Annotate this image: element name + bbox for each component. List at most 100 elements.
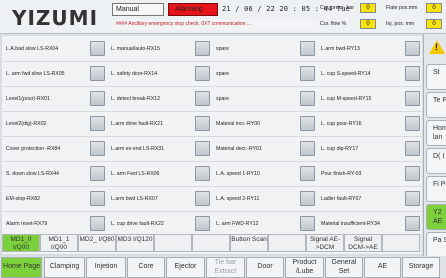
io-signal-label: L.arm bwd-RY13 xyxy=(321,45,360,52)
nav-button[interactable]: Door xyxy=(246,257,284,278)
side-menu-button[interactable]: St xyxy=(426,64,446,90)
io-signal-cell: L. cup drive fault-RX22 xyxy=(107,215,211,232)
io-signal-cell: Cover protection -RX84 xyxy=(2,140,106,157)
alarm-message[interactable]: #### Ancillary emergency stop check. 0XT… xyxy=(112,19,318,30)
io-signal-label: L. arm FWD-RY12 xyxy=(216,220,259,227)
row-divider xyxy=(2,61,422,62)
io-signal-label: Material insufficient-RY34 xyxy=(321,220,380,227)
side-menu-button[interactable]: Pa S xyxy=(426,232,446,258)
io-signal-indicator xyxy=(405,66,420,81)
io-signal-indicator xyxy=(300,166,315,181)
nav-button[interactable]: Home Page xyxy=(1,257,42,278)
right-side-panel: ! StTe PaHome lanD( IFi PaY2 AEPa SHe xyxy=(423,34,446,278)
io-signal-indicator xyxy=(195,116,210,131)
io-tab[interactable] xyxy=(268,234,306,252)
io-signal-label: L.A. speed 2-RY11 xyxy=(216,195,260,202)
nav-button[interactable]: General Set xyxy=(325,257,363,278)
row-divider xyxy=(2,86,422,87)
io-signal-cell: L.A.bad slow LS-RX04 xyxy=(2,40,106,57)
io-signal-indicator xyxy=(405,166,420,181)
io-signal-cell: Material decr.-RY01 xyxy=(212,140,316,157)
io-signal-indicator xyxy=(90,91,105,106)
io-signal-label: S. down slow LS-RX44 xyxy=(6,170,60,177)
io-tab[interactable]: Signal DCM->AE xyxy=(344,234,382,252)
io-tab[interactable]: MD3 I/Q120 xyxy=(116,234,154,252)
io-signal-label: Material incr.-RY00 xyxy=(216,120,261,127)
io-signal-cell: L. arm fwd slow LS-RX05 xyxy=(2,65,106,82)
io-signal-cell: L. safety door-RX14 xyxy=(107,65,211,82)
io-signal-cell: Level2(dig)-RX02 xyxy=(2,115,106,132)
io-signal-cell: L.arm drive fault-RX21 xyxy=(107,115,211,132)
io-signal-indicator xyxy=(90,216,105,231)
io-signal-label: L. detect break-RX12 xyxy=(111,95,161,102)
side-menu-button[interactable]: Fi Pa xyxy=(426,176,446,202)
side-menu-button[interactable]: Home lan xyxy=(426,120,446,146)
io-tab[interactable]: Button Scan xyxy=(230,234,268,252)
current-pressure-label: Cur. press. bar xyxy=(320,5,355,11)
io-signal-indicator xyxy=(90,66,105,81)
side-menu-button[interactable]: Te Pa xyxy=(426,92,446,118)
io-signal-indicator xyxy=(300,216,315,231)
nav-button[interactable]: Injetion xyxy=(86,257,126,278)
io-signal-indicator xyxy=(90,166,105,181)
io-page-tabs: MD1_0 I/Q00 MD1_1 I/Q00 MD2_ I/Q80 MD3 I/Q1… xyxy=(2,234,422,252)
io-signal-label: Pour finish-RY-03 xyxy=(321,170,362,177)
io-signal-label: Alarm reset-RX79 xyxy=(6,220,48,227)
io-signal-cell: Material insufficient-RY34 xyxy=(317,215,421,232)
header-bar: YIZUMI Manual Alarming 21 / 06 / 22 20 :… xyxy=(0,0,446,34)
io-signal-cell: Material incr.-RY00 xyxy=(212,115,316,132)
io-signal-label: L.A. speed 1-RY10 xyxy=(216,170,260,177)
bottom-navigation: Home Page Clamping Injetion Core Ejector Tie … xyxy=(0,256,446,278)
nav-button[interactable]: Clamping xyxy=(44,257,85,278)
io-signal-label: L.arm ex-end LS-RX31 xyxy=(111,145,165,152)
io-signal-indicator xyxy=(300,191,315,206)
nav-button[interactable]: AE xyxy=(364,257,401,278)
io-signal-label: L. cup S-speed-RY14 xyxy=(321,70,371,77)
io-tab[interactable]: MD1_0 I/Q00 xyxy=(2,234,40,252)
io-signal-indicator xyxy=(405,191,420,206)
io-signal-cell: Level1(pour)-RX01 xyxy=(2,90,106,107)
io-signal-indicator xyxy=(300,91,315,106)
mode-indicator: Manual xyxy=(112,3,164,16)
flate-position-value: 0 xyxy=(426,3,442,13)
io-signal-indicator xyxy=(195,166,210,181)
side-menu-button[interactable]: Y2 AE xyxy=(426,204,446,230)
nav-button[interactable]: Core xyxy=(127,257,165,278)
io-signal-label: L.arm drive fault-RX21 xyxy=(111,120,163,127)
io-signal-cell: EM-stop-RX82 xyxy=(2,190,106,207)
alarm-indicator[interactable]: Alarming xyxy=(168,3,218,16)
io-tab[interactable]: Signal AE->DCM xyxy=(306,234,344,252)
row-divider xyxy=(2,186,422,187)
io-signal-cell: L.A. speed 1-RY10 xyxy=(212,165,316,182)
nav-button[interactable]: Storage xyxy=(402,257,440,278)
nav-button[interactable]: Product /Lube xyxy=(285,257,324,278)
row-divider xyxy=(2,211,422,212)
side-menu-button[interactable]: D( I xyxy=(426,148,446,174)
io-signal-cell: L. cup M-speed-RY15 xyxy=(317,90,421,107)
io-tab[interactable] xyxy=(382,234,420,252)
io-tab[interactable]: MD1_1 I/Q00 xyxy=(40,234,78,252)
current-flow-label: Cur. flow % xyxy=(320,21,347,27)
nav-button[interactable]: Tie bar Extract xyxy=(206,257,245,278)
row-divider xyxy=(2,136,422,137)
io-signal-label: L. manual/auto-RX15 xyxy=(111,45,161,52)
io-signal-indicator xyxy=(195,66,210,81)
io-tab[interactable] xyxy=(192,234,230,252)
io-signal-cell: spare xyxy=(212,40,316,57)
row-divider xyxy=(2,111,422,112)
io-signal-cell: L. arm Fwd LS-RX06 xyxy=(107,165,211,182)
io-signal-indicator xyxy=(300,116,315,131)
io-signal-cell: Ladler fault-RY07 xyxy=(317,190,421,207)
io-tab[interactable] xyxy=(154,234,192,252)
io-tab[interactable]: MD2_ I/Q80 xyxy=(78,234,116,252)
warning-icon-mark: ! xyxy=(435,42,438,52)
io-signal-indicator xyxy=(405,216,420,231)
nav-button[interactable]: Ejector xyxy=(166,257,205,278)
io-signal-label: Cover protection -RX84 xyxy=(6,145,61,152)
io-signal-cell: L.arm bwd LS-RX07 xyxy=(107,190,211,207)
io-signal-cell: S. down slow LS-RX44 xyxy=(2,165,106,182)
io-signal-label: Ladler fault-RY07 xyxy=(321,195,362,202)
io-signal-cell: spare xyxy=(212,65,316,82)
io-signal-indicator xyxy=(195,191,210,206)
io-signal-cell: L. cup dip-RY17 xyxy=(317,140,421,157)
